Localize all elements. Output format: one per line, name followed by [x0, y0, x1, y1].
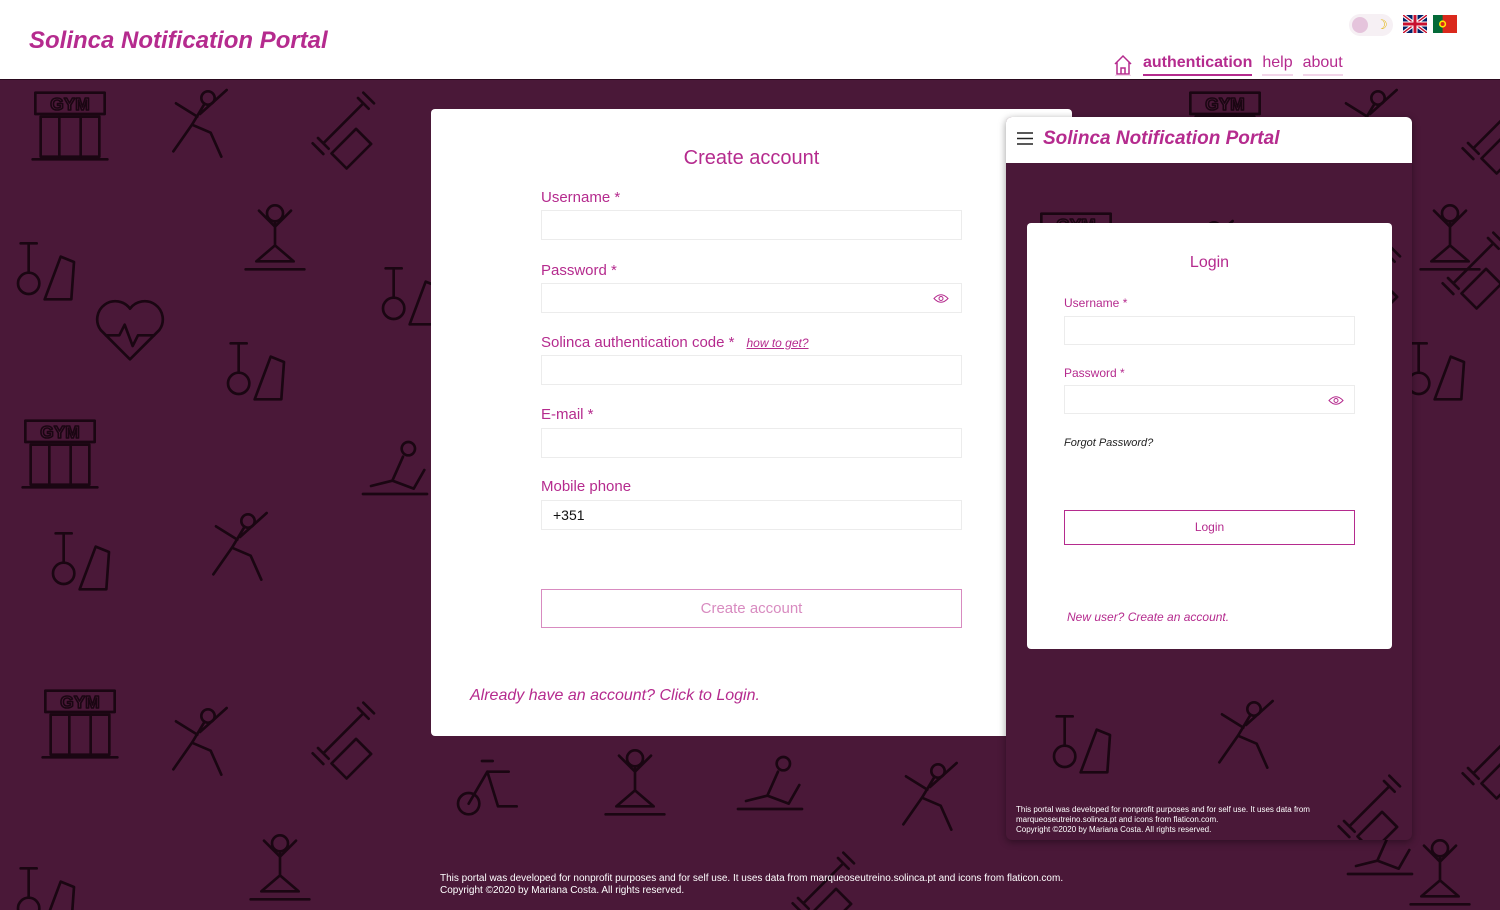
dumbbell-pattern-icon	[311, 91, 376, 170]
weight-pattern-icon	[16, 242, 76, 301]
stretch-pattern-icon	[902, 761, 958, 831]
yoga-pattern-icon	[1419, 204, 1481, 271]
stretch-pattern-icon	[172, 706, 228, 776]
login-password-label: Password *	[1064, 366, 1125, 380]
create-account-button[interactable]: Create account	[541, 589, 962, 628]
nav-about[interactable]: about	[1302, 54, 1343, 76]
password-input[interactable]	[541, 283, 962, 313]
login-password-input[interactable]	[1064, 385, 1355, 414]
how-to-get-link[interactable]: how to get?	[746, 336, 808, 350]
svg-text:GYM: GYM	[40, 422, 79, 442]
weight-pattern-icon	[1406, 342, 1466, 401]
uk-flag-icon[interactable]	[1403, 15, 1427, 33]
login-button[interactable]: Login	[1064, 510, 1355, 545]
page-footer: This portal was developed for nonprofit …	[440, 873, 1063, 897]
weight-pattern-icon	[226, 342, 286, 401]
phone-label: Mobile phone	[541, 478, 632, 495]
mobile-header: Solinca Notification Portal	[1006, 117, 1412, 163]
password-label: Password *	[541, 262, 617, 279]
email-label: E-mail *	[541, 406, 594, 423]
phone-input[interactable]: +351	[541, 500, 962, 530]
username-label: Username *	[541, 189, 621, 206]
create-account-link[interactable]: New user? Create an account.	[1067, 610, 1229, 624]
email-input[interactable]	[541, 428, 962, 458]
stretch-pattern-icon	[172, 88, 228, 158]
mobile-footer-line1: This portal was developed for nonprofit …	[1016, 805, 1310, 814]
dumbbell-pattern-icon	[311, 701, 376, 780]
nav-help[interactable]: help	[1262, 54, 1293, 76]
create-account-title: Create account	[683, 147, 820, 169]
theme-toggle[interactable]: ☽	[1349, 14, 1393, 36]
mobile-footer: This portal was developed for nonprofit …	[1016, 805, 1346, 835]
footer-line2: Copyright ©2020 by Mariana Costa. All ri…	[440, 885, 685, 896]
moon-icon: ☽	[1376, 17, 1388, 32]
yoga-pattern-icon	[604, 749, 666, 816]
stretch-pattern-icon	[1218, 699, 1274, 769]
toggle-knob	[1352, 17, 1368, 33]
show-password-icon[interactable]	[1328, 395, 1344, 406]
top-header: Solinca Notification Portal ☽ authentica…	[0, 0, 1500, 80]
situp-pattern-icon	[361, 440, 429, 496]
bike-pattern-icon	[456, 759, 518, 816]
mobile-footer-line3: Copyright ©2020 by Mariana Costa. All ri…	[1016, 825, 1212, 834]
username-input[interactable]	[541, 210, 962, 240]
dumbbell-pattern-icon	[1337, 774, 1402, 840]
main-nav: authentication help about	[1113, 54, 1343, 76]
create-account-card: Create account Username * Password * Sol…	[431, 109, 1072, 736]
auth-code-input[interactable]	[541, 355, 962, 385]
dumbbell-pattern-icon	[1461, 119, 1500, 175]
footer-line1: This portal was developed for nonprofit …	[440, 873, 1064, 884]
login-card: Login Username * Password * Forgot Passw…	[1027, 223, 1392, 649]
mobile-footer-line2: marqueoseutreino.solinca.pt and icons fr…	[1016, 815, 1219, 824]
mobile-brand-title: Solinca Notification Portal	[1043, 128, 1280, 149]
stretch-pattern-icon	[212, 511, 268, 581]
dumbbell-pattern-icon	[1461, 744, 1500, 800]
login-title: Login	[1189, 254, 1230, 271]
svg-text:GYM: GYM	[50, 94, 89, 114]
auth-code-label: Solinca authentication code * how to get?	[541, 334, 809, 351]
mobile-preview: GYM Solinca Notification Portal Login Us…	[1006, 117, 1412, 840]
login-link[interactable]: Already have an account? Click to Login.	[470, 687, 760, 705]
situp-pattern-icon	[736, 755, 804, 811]
brand-title: Solinca Notification Portal	[29, 27, 328, 54]
svg-text:GYM: GYM	[60, 692, 99, 712]
pt-flag-icon[interactable]	[1433, 15, 1457, 33]
menu-icon[interactable]	[1017, 132, 1033, 145]
svg-text:GYM: GYM	[1205, 94, 1244, 114]
gym-pattern-icon: GYM	[41, 689, 119, 759]
yoga-pattern-icon	[249, 834, 311, 901]
weight-pattern-icon	[51, 532, 111, 591]
gym-pattern-icon: GYM	[21, 419, 99, 489]
auth-code-label-text: Solinca authentication code *	[541, 334, 735, 351]
weight-pattern-icon	[16, 867, 76, 910]
login-username-input[interactable]	[1064, 316, 1355, 345]
show-password-icon[interactable]	[933, 293, 949, 304]
home-icon[interactable]	[1113, 54, 1133, 76]
login-username-label: Username *	[1064, 296, 1128, 310]
yoga-pattern-icon	[244, 204, 306, 271]
nav-authentication[interactable]: authentication	[1143, 54, 1253, 76]
heart-pattern-icon	[95, 299, 165, 361]
weight-pattern-icon	[1052, 715, 1112, 774]
gym-pattern-icon: GYM	[31, 91, 109, 161]
forgot-password-link[interactable]: Forgot Password?	[1064, 437, 1153, 449]
